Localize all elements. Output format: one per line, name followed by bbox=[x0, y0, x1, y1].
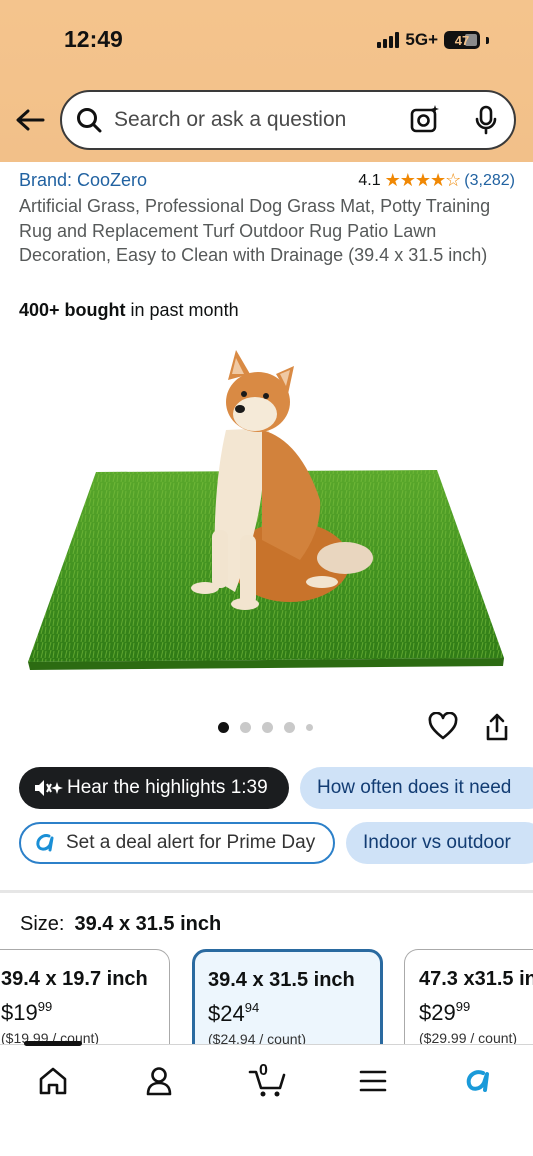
share-icon[interactable] bbox=[484, 712, 510, 747]
size-option-title: 39.4 x 19.7 inch bbox=[1, 968, 148, 990]
battery-level: 47 bbox=[454, 32, 470, 48]
bought-count-rest: in past month bbox=[125, 300, 239, 320]
arrow-left-icon bbox=[16, 109, 45, 131]
cart-count: 0 bbox=[259, 1062, 268, 1079]
size-option-title: 39.4 x 31.5 inch bbox=[208, 969, 355, 991]
hamburger-menu-icon bbox=[359, 1070, 387, 1092]
rufus-icon bbox=[466, 1070, 489, 1092]
carousel-dot[interactable] bbox=[218, 722, 229, 733]
question-chip-label: Indoor vs outdoor bbox=[363, 832, 511, 853]
menu-tab[interactable] bbox=[353, 1061, 393, 1101]
deal-alert-chip[interactable]: Set a deal alert for Prime Day bbox=[19, 822, 335, 864]
bottom-navigation: 0 bbox=[0, 1041, 533, 1156]
rufus-tab[interactable] bbox=[460, 1061, 500, 1101]
microphone-icon[interactable] bbox=[474, 105, 498, 140]
status-time: 12:49 bbox=[64, 26, 123, 52]
price-cents: 99 bbox=[455, 999, 471, 1014]
battery-icon: 47 bbox=[444, 31, 480, 49]
size-option-price: $2999 bbox=[419, 999, 533, 1026]
star-rating-icon: ★★★★☆ bbox=[384, 170, 462, 190]
size-option[interactable]: 47.3 x31.5 inch $2999 ($29.99 / count) bbox=[404, 949, 533, 1059]
bought-count: 400+ bought in past month bbox=[19, 300, 239, 321]
size-option-price: $1999 bbox=[1, 999, 169, 1026]
image-carousel-dots[interactable] bbox=[218, 722, 313, 733]
rating-value: 4.1 bbox=[358, 171, 381, 189]
price-cents: 94 bbox=[244, 1000, 260, 1015]
rufus-icon bbox=[36, 834, 54, 852]
size-option-selected[interactable]: 39.4 x 31.5 inch $2494 ($24.94 / count) bbox=[192, 949, 383, 1059]
rating-count[interactable]: (3,282) bbox=[464, 172, 515, 190]
product-image[interactable] bbox=[0, 330, 533, 690]
top-header: 12:49 5G+ 47 Search or ask a question bbox=[0, 0, 533, 162]
hear-highlights-chip[interactable]: Hear the highlights 1:39 bbox=[19, 767, 289, 809]
brand-rating-row: Brand: CooZero 4.1 ★★★★☆ (3,282) bbox=[19, 170, 515, 191]
status-indicators: 5G+ 47 bbox=[377, 30, 489, 50]
question-chip[interactable]: Indoor vs outdoor bbox=[346, 822, 533, 864]
camera-search-icon[interactable] bbox=[410, 104, 440, 139]
size-option-price: $2494 bbox=[208, 1000, 380, 1027]
cart-icon bbox=[248, 1070, 286, 1097]
price-dollars: $29 bbox=[419, 1000, 456, 1025]
question-chip[interactable]: How often does it need bbox=[300, 767, 533, 809]
brand-link[interactable]: Brand: CooZero bbox=[19, 170, 147, 191]
person-icon bbox=[146, 1067, 172, 1096]
back-button[interactable] bbox=[14, 104, 46, 136]
wishlist-heart-icon[interactable] bbox=[428, 711, 458, 747]
price-dollars: $24 bbox=[208, 1001, 245, 1026]
section-divider bbox=[0, 890, 533, 893]
size-label-text: Size: bbox=[20, 913, 65, 935]
price-dollars: $19 bbox=[1, 1000, 38, 1025]
home-tab[interactable] bbox=[33, 1061, 73, 1101]
search-icon bbox=[77, 108, 102, 133]
cart-tab[interactable]: 0 bbox=[246, 1061, 290, 1101]
active-tab-indicator bbox=[24, 1041, 82, 1046]
signal-icon bbox=[377, 32, 400, 48]
bought-count-bold: 400+ bought bbox=[19, 300, 126, 320]
carousel-dot[interactable] bbox=[240, 722, 251, 733]
account-tab[interactable] bbox=[139, 1061, 179, 1101]
speaker-sparkle-icon bbox=[35, 780, 63, 796]
hear-highlights-label: Hear the highlights 1:39 bbox=[67, 777, 268, 798]
carousel-dot[interactable] bbox=[306, 724, 313, 731]
size-selected-value: 39.4 x 31.5 inch bbox=[74, 913, 222, 935]
size-label: Size: 39.4 x 31.5 inch bbox=[20, 913, 221, 936]
search-input[interactable]: Search or ask a question bbox=[114, 108, 514, 132]
rating-summary[interactable]: 4.1 ★★★★☆ (3,282) bbox=[358, 170, 515, 191]
product-title: Artificial Grass, Professional Dog Grass… bbox=[19, 196, 491, 265]
battery-tip bbox=[486, 36, 489, 44]
price-cents: 99 bbox=[37, 999, 53, 1014]
carousel-dot[interactable] bbox=[262, 722, 273, 733]
network-type: 5G+ bbox=[405, 30, 438, 49]
question-chip-label: How often does it need bbox=[317, 777, 512, 798]
carousel-dot[interactable] bbox=[284, 722, 295, 733]
home-icon bbox=[39, 1067, 67, 1095]
deal-alert-label: Set a deal alert for Prime Day bbox=[66, 832, 316, 853]
size-option-title: 47.3 x31.5 inch bbox=[419, 968, 533, 990]
search-bar[interactable]: Search or ask a question bbox=[60, 90, 516, 150]
